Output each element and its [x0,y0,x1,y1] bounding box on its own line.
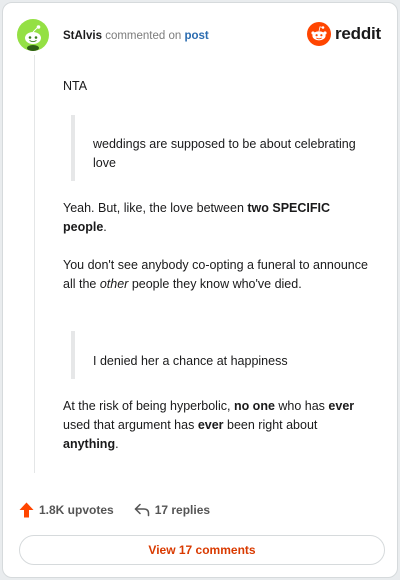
paragraph-text: used that argument has [63,418,198,432]
bold-text: no one [233,399,275,413]
comment-card: StAlvis commented on post reddit NTA wed… [2,2,398,578]
paragraph-text: . [115,437,119,451]
thread-line[interactable] [34,55,35,473]
comment-paragraph: At the risk of being hyperbolic, no one … [63,397,373,454]
view-comments-button[interactable]: View 17 comments [19,535,385,565]
reddit-wordmark: reddit [334,24,381,43]
upvote-button[interactable]: 1.8K upvotes [19,502,114,518]
reddit-logo-icon [306,22,331,46]
upvote-count: 1.8K upvotes [39,503,114,517]
paragraph-text: people they know who've died. [128,277,302,291]
comment-paragraph: NTA [63,77,373,96]
upvote-arrow-icon [19,502,34,518]
blockquote: I denied her a chance at happiness [71,331,373,379]
snoo-avatar-icon[interactable] [17,19,49,51]
comment-actions: 1.8K upvotes 17 replies [19,500,210,520]
paragraph-text: Yeah. But, like, the love between [63,201,248,215]
italic-text: other [99,277,129,291]
replies-button[interactable]: 17 replies [134,503,210,517]
quote-text: weddings are supposed to be about celebr… [93,137,356,170]
paragraph-text: At the risk of being hyperbolic, [63,399,234,413]
paragraph-text: who has [274,399,329,413]
username-link[interactable]: StAlvis [63,30,102,42]
bold-text: anything [63,437,116,451]
comment-header: StAlvis commented on post reddit [17,19,381,53]
bold-text: ever [328,399,355,413]
comment-paragraph: You don't see anybody co-opting a funera… [63,256,373,294]
quote-text: I denied her a chance at happiness [93,354,288,368]
comment-meta: StAlvis commented on post [63,29,209,43]
paragraph-text: NTA [63,79,88,93]
reply-arrow-icon [134,503,149,517]
paragraph-text: . [103,220,107,234]
commented-on-text: commented on [105,30,182,42]
post-link[interactable]: post [184,30,208,42]
reply-count: 17 replies [154,503,211,517]
paragraph-text: been right about [223,418,318,432]
reddit-logo[interactable]: reddit [306,21,381,47]
blockquote: weddings are supposed to be about celebr… [71,115,373,181]
bold-text: ever [197,418,224,432]
comment-paragraph: Yeah. But, like, the love between two SP… [63,199,373,237]
